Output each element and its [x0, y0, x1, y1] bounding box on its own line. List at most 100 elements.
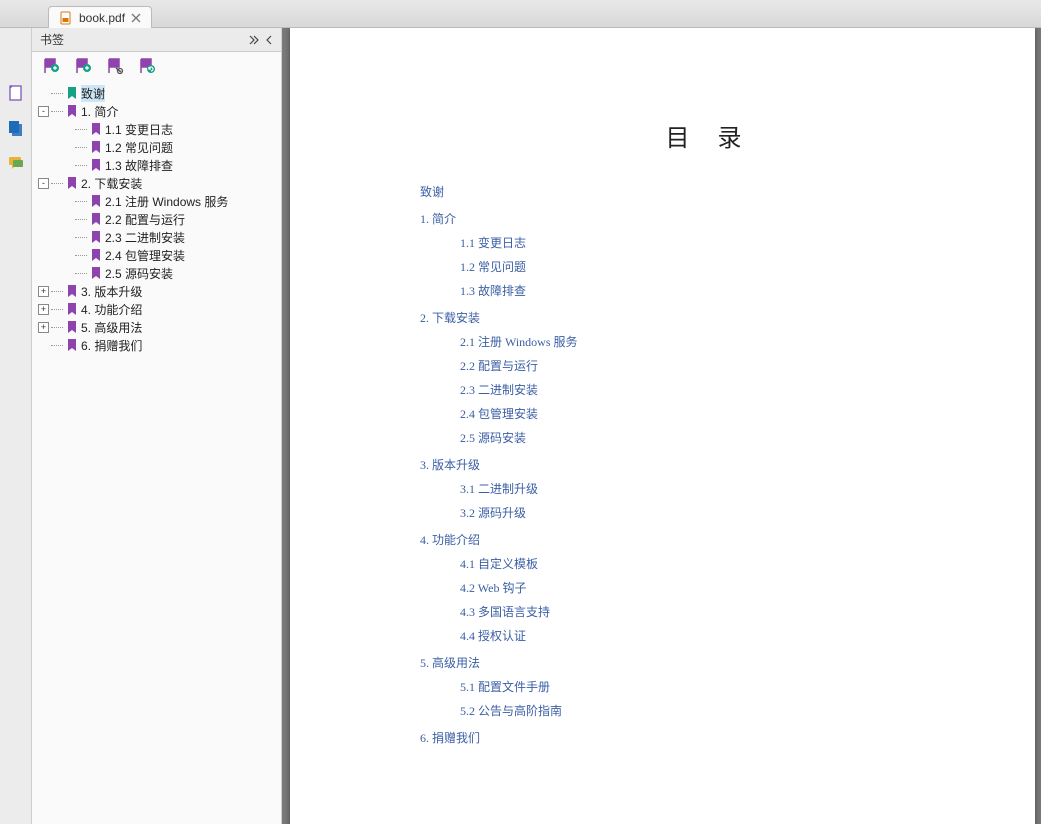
expand-icon[interactable]: + [38, 322, 49, 333]
tab-title: book.pdf [79, 11, 125, 25]
tree-spacer [62, 142, 73, 153]
tree-spacer [38, 88, 49, 99]
tree-connector [75, 273, 87, 274]
tree-spacer [62, 214, 73, 225]
bookmark-item[interactable]: 2.2 配置与运行 [38, 210, 275, 228]
toc-link[interactable]: 6. 捐赠我们 [420, 729, 985, 746]
toc-link[interactable]: 1.2 常见问题 [460, 258, 985, 275]
bookmark-icon [89, 122, 103, 136]
bookmark-label: 6. 捐赠我们 [81, 337, 142, 354]
bookmark-icon [89, 248, 103, 262]
comments-icon[interactable] [6, 153, 26, 173]
left-toolbar [0, 28, 32, 824]
bookmark-item[interactable]: 2.5 源码安装 [38, 264, 275, 282]
bookmark-item[interactable]: 1.3 故障排查 [38, 156, 275, 174]
tree-spacer [38, 340, 49, 351]
bookmark-item[interactable]: - 2. 下载安装 [38, 174, 275, 192]
toc-link[interactable]: 5.1 配置文件手册 [460, 678, 985, 695]
bookmark-item[interactable]: 致谢 [38, 84, 275, 102]
toc-link[interactable]: 4.1 自定义模板 [460, 555, 985, 572]
toc-link[interactable]: 2.1 注册 Windows 服务 [460, 333, 985, 350]
bookmarks-panel: 书签 致谢 - 1. 简介1.1 变更日志1.2 常见问题1.3 故障排查 - 2. 下… [32, 28, 282, 824]
bookmark-item[interactable]: 6. 捐赠我们 [38, 336, 275, 354]
tree-connector [51, 183, 63, 184]
document-tab[interactable]: book.pdf [48, 6, 152, 28]
flag-add2-icon[interactable] [74, 57, 92, 75]
toc-link[interactable]: 1. 简介 [420, 210, 985, 227]
bookmark-icon [65, 86, 79, 100]
bookmark-label: 3. 版本升级 [81, 283, 142, 300]
bookmark-icon [89, 266, 103, 280]
toc-link[interactable]: 2.2 配置与运行 [460, 357, 985, 374]
toc-link[interactable]: 3. 版本升级 [420, 456, 985, 473]
bookmark-tree[interactable]: 致谢 - 1. 简介1.1 变更日志1.2 常见问题1.3 故障排查 - 2. 下载安装… [32, 80, 281, 824]
bookmark-label: 2.2 配置与运行 [105, 211, 185, 228]
toc-link[interactable]: 4. 功能介绍 [420, 531, 985, 548]
tree-connector [51, 327, 63, 328]
page-view-icon[interactable] [6, 83, 26, 103]
bookmark-item[interactable]: 2.1 注册 Windows 服务 [38, 192, 275, 210]
toc-link[interactable]: 4.3 多国语言支持 [460, 603, 985, 620]
toc-link[interactable]: 5.2 公告与高阶指南 [460, 702, 985, 719]
tree-spacer [62, 268, 73, 279]
bookmark-item[interactable]: 1.1 变更日志 [38, 120, 275, 138]
toc-link[interactable]: 致谢 [420, 183, 985, 200]
toc-link[interactable]: 2.3 二进制安装 [460, 381, 985, 398]
bookmark-item[interactable]: 2.4 包管理安装 [38, 246, 275, 264]
tree-connector [75, 147, 87, 148]
flag-refresh-icon[interactable] [138, 57, 156, 75]
tree-connector [75, 129, 87, 130]
toc-link[interactable]: 2.4 包管理安装 [460, 405, 985, 422]
expand-icon[interactable]: + [38, 304, 49, 315]
bookmark-icon [89, 194, 103, 208]
toc-link[interactable]: 5. 高级用法 [420, 654, 985, 671]
bookmark-item[interactable]: 1.2 常见问题 [38, 138, 275, 156]
tree-spacer [62, 124, 73, 135]
toc-link[interactable]: 3.1 二进制升级 [460, 480, 985, 497]
bookmark-label: 4. 功能介绍 [81, 301, 142, 318]
bookmark-item[interactable]: +3. 版本升级 [38, 282, 275, 300]
panel-title: 书签 [40, 31, 64, 48]
bookmark-icon [89, 230, 103, 244]
close-icon[interactable] [131, 13, 141, 23]
toc-container: 致谢 1. 简介 1.1 变更日志 1.2 常见问题 1.3 故障排查 2. 下载安装 2.… [420, 183, 985, 746]
bookmark-icon [65, 338, 79, 352]
collapse-icon[interactable] [265, 35, 273, 45]
tree-connector [51, 93, 63, 94]
bookmark-icon [65, 284, 79, 298]
tree-connector [75, 255, 87, 256]
page-title: 目录 [420, 118, 985, 153]
toc-link[interactable]: 2.5 源码安装 [460, 429, 985, 446]
expand-icon[interactable]: + [38, 286, 49, 297]
tree-connector [75, 219, 87, 220]
bookmark-item[interactable]: 2.3 二进制安装 [38, 228, 275, 246]
bookmark-item[interactable]: +4. 功能介绍 [38, 300, 275, 318]
bookmark-label: 2.3 二进制安装 [105, 229, 185, 246]
collapse-icon[interactable]: - [38, 178, 49, 189]
toc-link[interactable]: 4.2 Web 钩子 [460, 579, 985, 596]
toc-link[interactable]: 1.3 故障排查 [460, 282, 985, 299]
flag-link-icon[interactable] [106, 57, 124, 75]
bookmark-label: 1. 简介 [81, 103, 118, 120]
bookmark-item[interactable]: +5. 高级用法 [38, 318, 275, 336]
document-viewer[interactable]: 目录 致谢 1. 简介 1.1 变更日志 1.2 常见问题 1.3 故障排查 2. 下载安… [282, 28, 1041, 824]
tree-connector [51, 291, 63, 292]
panel-controls [249, 35, 273, 45]
bookmark-icon [65, 104, 79, 118]
bookmark-item[interactable]: - 1. 简介 [38, 102, 275, 120]
toc-link[interactable]: 4.4 授权认证 [460, 627, 985, 644]
multi-page-icon[interactable] [6, 118, 26, 138]
flag-add-icon[interactable] [42, 57, 60, 75]
toc-link[interactable]: 3.2 源码升级 [460, 504, 985, 521]
tab-bar: book.pdf [0, 0, 1041, 28]
tree-connector [51, 345, 63, 346]
bookmark-label: 致谢 [81, 85, 105, 102]
toc-link[interactable]: 1.1 变更日志 [460, 234, 985, 251]
toc-link[interactable]: 2. 下载安装 [420, 309, 985, 326]
expand-icon[interactable] [249, 35, 261, 45]
bookmark-icon [65, 302, 79, 316]
collapse-icon[interactable]: - [38, 106, 49, 117]
panel-header: 书签 [32, 28, 281, 52]
bookmark-label: 2. 下载安装 [81, 175, 142, 192]
bookmark-label: 1.3 故障排查 [105, 157, 173, 174]
